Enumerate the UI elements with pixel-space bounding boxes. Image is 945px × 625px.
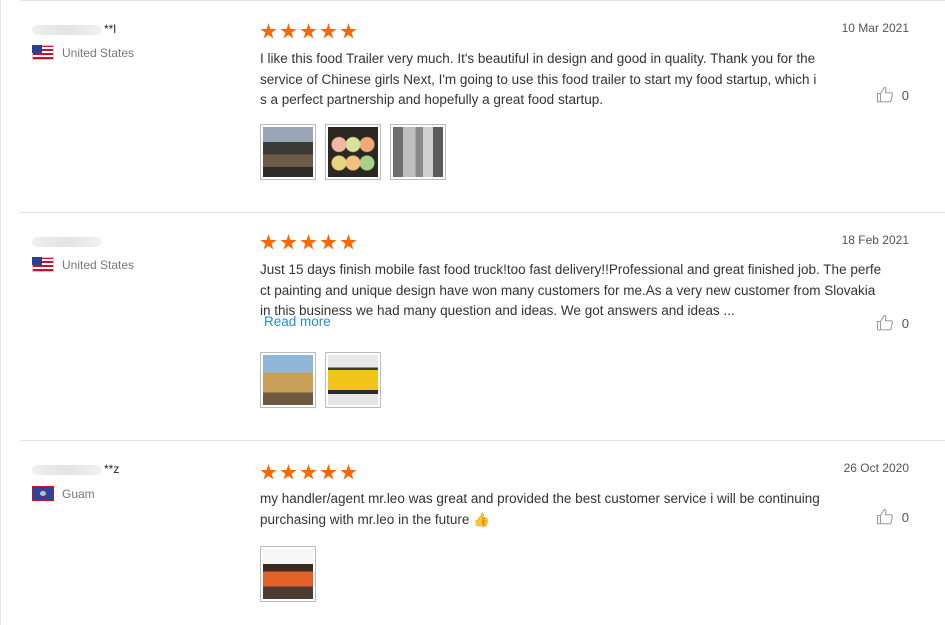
- buyer-country: United States: [32, 257, 134, 272]
- review-photos: [260, 352, 381, 408]
- buyer-country: United States: [32, 45, 134, 60]
- masked-name-blur: [32, 464, 102, 475]
- us-flag-icon: [32, 257, 54, 272]
- rating-stars: [260, 23, 357, 40]
- star-icon: [340, 23, 357, 39]
- country-label: United States: [62, 45, 135, 60]
- buyer-country: Guam: [32, 486, 95, 501]
- review-photo-thumbnail[interactable]: [260, 546, 316, 602]
- review-photo-thumbnail[interactable]: [325, 352, 381, 408]
- helpful-button[interactable]: 0: [876, 314, 909, 332]
- review-date: 26 Oct 2020: [843, 461, 909, 475]
- star-icon: [260, 23, 277, 39]
- review-text: I like this food Trailer very much. It's…: [260, 51, 817, 107]
- star-icon: [320, 23, 337, 39]
- rating-stars: [260, 464, 357, 481]
- review-photo-thumbnail[interactable]: [390, 124, 446, 180]
- star-icon: [320, 464, 337, 480]
- star-icon: [340, 234, 357, 250]
- star-icon: [320, 234, 337, 250]
- buyer-name: [32, 234, 104, 248]
- star-icon: [300, 464, 317, 480]
- star-icon: [280, 464, 297, 480]
- country-label: Guam: [62, 486, 95, 501]
- star-icon: [260, 234, 277, 250]
- review-item: **l United States 10 Mar 2021 I like thi…: [20, 1, 945, 212]
- read-more-link[interactable]: Read more: [264, 314, 331, 329]
- buyer-name: **z: [32, 462, 119, 476]
- helpful-count: 0: [901, 509, 909, 525]
- star-icon: [300, 234, 317, 250]
- helpful-count: 0: [901, 87, 909, 103]
- rating-stars: [260, 234, 357, 251]
- review-photos: [260, 546, 316, 602]
- review-photo-thumbnail[interactable]: [325, 124, 381, 180]
- review-photos: [260, 124, 446, 180]
- review-date: 10 Mar 2021: [841, 21, 909, 35]
- star-icon: [300, 23, 317, 39]
- star-icon: [260, 464, 277, 480]
- buyer-name-suffix: **l: [104, 22, 117, 36]
- thumbs-up-icon: [876, 508, 893, 525]
- star-icon: [280, 23, 297, 39]
- buyer-name-suffix: **z: [104, 462, 120, 476]
- review-photo-thumbnail[interactable]: [260, 124, 316, 180]
- star-icon: [340, 464, 357, 480]
- helpful-count: 0: [901, 315, 909, 331]
- review-text: my handler/agent mr.leo was great and pr…: [260, 491, 820, 527]
- star-icon: [280, 234, 297, 250]
- masked-name-blur: [32, 236, 102, 247]
- review-date: 18 Feb 2021: [841, 233, 909, 247]
- buyer-name: **l: [32, 22, 116, 36]
- helpful-button[interactable]: 0: [876, 508, 909, 526]
- us-flag-icon: [32, 45, 54, 60]
- thumbs-up-icon: [876, 314, 893, 331]
- review-item: United States 18 Feb 2021 Just 15 days f…: [20, 213, 945, 440]
- guam-flag-icon: [32, 486, 54, 501]
- review-item: **z Guam 26 Oct 2020 my handler/agent mr…: [20, 441, 945, 625]
- review-text: Just 15 days finish mobile fast food tru…: [260, 262, 882, 318]
- review-photo-thumbnail[interactable]: [260, 352, 316, 408]
- helpful-button[interactable]: 0: [876, 86, 909, 104]
- country-label: United States: [62, 257, 135, 272]
- thumbs-up-icon: [876, 86, 893, 103]
- masked-name-blur: [32, 24, 102, 35]
- page-left-border: [0, 0, 1, 625]
